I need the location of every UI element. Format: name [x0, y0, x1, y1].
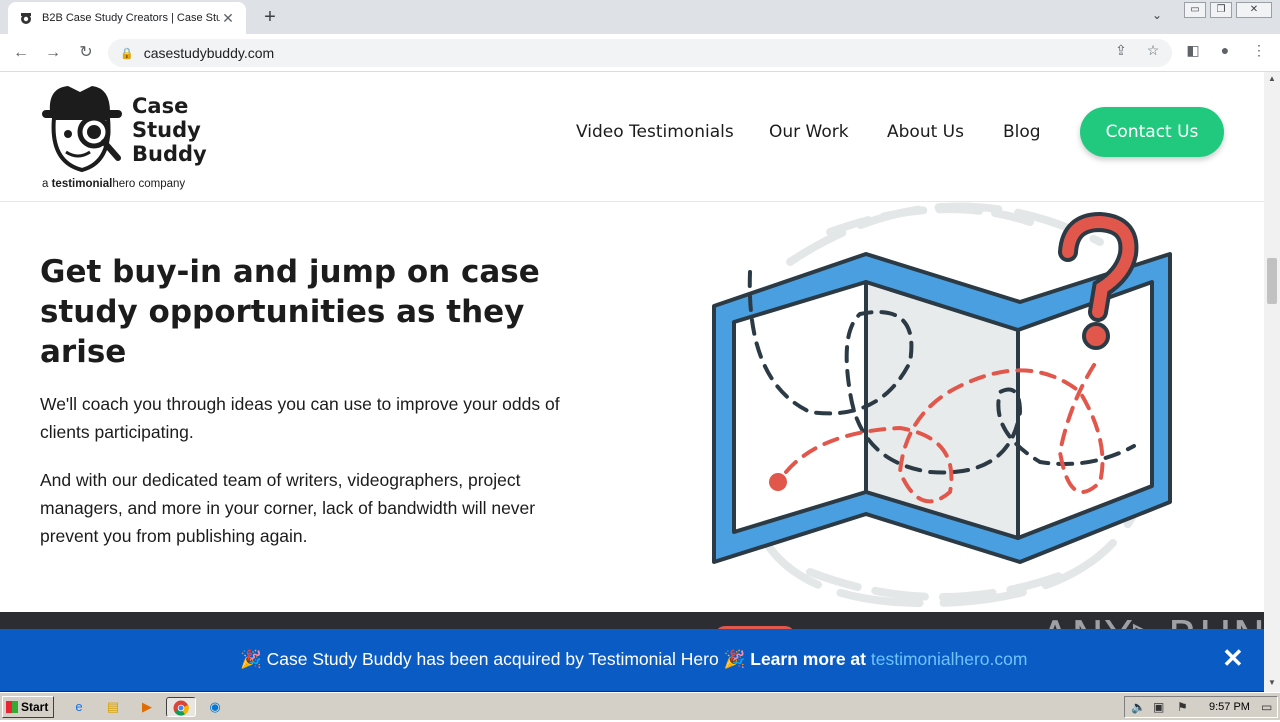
tab-close-icon[interactable]: ✕	[220, 10, 236, 27]
page-viewport: Case Study Buddy a testimonialhero compa…	[0, 72, 1264, 692]
browser-tab-bar: B2B Case Study Creators | Case Stu ✕ + ⌄…	[0, 0, 1280, 34]
logo-wordmark: Case Study Buddy	[132, 94, 207, 166]
treasure-map-illustration	[712, 202, 1172, 608]
nav-about-us[interactable]: About Us	[887, 122, 964, 142]
testimonialhero-link[interactable]: testimonialhero.com	[871, 649, 1028, 669]
nav-blog[interactable]: Blog	[1003, 122, 1041, 142]
party-icon: 🎉	[240, 649, 262, 669]
chrome-taskbar-icon[interactable]	[166, 697, 196, 717]
hero-paragraph-1: We'll coach you through ideas you can us…	[40, 394, 560, 442]
url-text: casestudybuddy.com	[143, 45, 275, 61]
banner-text: Case Study Buddy has been acquired by Te…	[266, 649, 719, 669]
nav-our-work[interactable]: Our Work	[769, 122, 849, 142]
restore-button[interactable]: ❐	[1210, 2, 1232, 18]
menu-kebab-icon[interactable]: ⋮	[1248, 42, 1270, 59]
network-icon[interactable]: ▣	[1153, 700, 1164, 714]
logo-tagline: a testimonialhero company	[42, 178, 185, 190]
forward-arrow-icon[interactable]: →	[42, 42, 64, 64]
party-icon-2: 🎉	[723, 649, 746, 669]
banner-close-icon[interactable]: ✕	[1222, 645, 1244, 671]
windows-flag-icon	[6, 701, 18, 713]
start-button[interactable]: Start	[2, 696, 54, 718]
site-favicon-icon	[18, 10, 34, 26]
detective-mascot-icon	[42, 86, 122, 173]
scroll-up-icon[interactable]: ▲	[1264, 74, 1280, 83]
lock-icon: 🔒	[120, 47, 134, 60]
volume-icon[interactable]: 🔈	[1131, 700, 1146, 714]
tag-rest: hero company	[112, 178, 186, 190]
browser-toolbar: ← → ↻ 🔒 casestudybuddy.com ⇪ ☆ ◧ ● ⋮	[0, 34, 1280, 72]
tab-title: B2B Case Study Creators | Case Stu	[42, 12, 220, 24]
start-label: Start	[21, 700, 49, 714]
back-arrow-icon[interactable]: ←	[10, 42, 32, 64]
clock[interactable]: 9:57 PM	[1209, 701, 1250, 713]
address-bar[interactable]: 🔒 casestudybuddy.com	[108, 39, 1172, 67]
browser-tab[interactable]: B2B Case Study Creators | Case Stu ✕	[8, 2, 246, 34]
tag-bold: testimonial	[51, 178, 113, 190]
reload-icon[interactable]: ↻	[75, 42, 97, 64]
profile-avatar-icon[interactable]: ●	[1214, 42, 1236, 58]
share-icon[interactable]: ⇪	[1110, 42, 1132, 59]
logo-line-1: Case	[132, 94, 189, 118]
bookmark-star-icon[interactable]: ☆	[1142, 42, 1164, 59]
side-panel-icon[interactable]: ◧	[1182, 42, 1204, 59]
hero-paragraph-2: And with our dedicated team of writers, …	[40, 470, 536, 546]
contact-us-button[interactable]: Contact Us	[1080, 107, 1224, 157]
flag-tray-icon[interactable]: ⚑	[1177, 700, 1188, 714]
file-explorer-icon[interactable]: ▤	[102, 697, 124, 717]
minimize-button[interactable]: ▭	[1184, 2, 1206, 18]
show-desktop-icon[interactable]: ▭	[1261, 700, 1272, 714]
windows-taskbar: Start e ▤ ▶ ◉ 🔈 ▣ ⚑ 9:57 PM ▭	[0, 692, 1280, 720]
banner-message: 🎉 Case Study Buddy has been acquired by …	[240, 649, 1027, 670]
scrollbar-thumb[interactable]	[1267, 258, 1277, 304]
scroll-down-icon[interactable]: ▼	[1264, 678, 1280, 687]
window-close-button[interactable]: ✕	[1236, 2, 1272, 18]
site-logo[interactable]: Case Study Buddy a testimonialhero compa…	[40, 82, 220, 192]
acquisition-banner: 🎉 Case Study Buddy has been acquired by …	[0, 629, 1264, 691]
tag-prefix: a	[42, 178, 52, 190]
internet-explorer-icon[interactable]: e	[68, 697, 90, 717]
new-tab-button[interactable]: +	[258, 6, 282, 29]
page-scrollbar[interactable]: ▲ ▼	[1264, 72, 1280, 692]
site-header: Case Study Buddy a testimonialhero compa…	[0, 72, 1264, 202]
edge-icon[interactable]: ◉	[204, 697, 226, 717]
logo-line-2: Study	[132, 118, 201, 142]
system-tray: 🔈 ▣ ⚑ 9:57 PM ▭	[1124, 696, 1278, 718]
media-player-icon[interactable]: ▶	[136, 697, 158, 717]
banner-learn-more: Learn more at	[750, 649, 866, 669]
nav-video-testimonials[interactable]: Video Testimonials	[576, 122, 734, 142]
hero-heading: Get buy-in and jump on case study opport…	[40, 254, 540, 370]
tab-search-chevron-icon[interactable]: ⌄	[1152, 8, 1162, 22]
logo-line-3: Buddy	[132, 142, 207, 166]
